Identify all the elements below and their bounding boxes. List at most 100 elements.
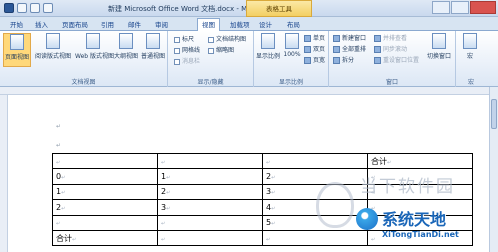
group-label-macros: 宏 — [467, 79, 474, 86]
synchronous-scrolling-button[interactable]: 同步滚动 — [374, 45, 407, 54]
split-button[interactable]: 拆分 — [333, 56, 354, 65]
table-cell[interactable]: ↵ — [367, 199, 473, 216]
ruler-checkbox[interactable]: 标尺 — [174, 35, 194, 44]
tab-insert[interactable]: 插入 — [31, 19, 52, 31]
table-cell[interactable]: 4↵ — [262, 199, 368, 216]
undo-icon[interactable] — [30, 3, 40, 13]
table-cell[interactable]: ↵ — [367, 229, 473, 247]
message-bar-checkbox[interactable]: 消息栏 — [174, 57, 200, 66]
print-layout-button[interactable]: 页面视图 — [3, 33, 31, 67]
paragraph-mark: ↵ — [56, 123, 62, 130]
group-label-zoom: 显示比例 — [278, 79, 303, 86]
table-cell[interactable]: 3↵ — [262, 183, 368, 201]
arrange-all-icon — [333, 46, 340, 53]
word-logo-icon[interactable] — [4, 3, 14, 13]
new-window-button[interactable]: 新建窗口 — [333, 34, 366, 43]
two-pages-button[interactable]: 双页 — [304, 45, 325, 54]
one-page-button[interactable]: 单页 — [304, 34, 325, 43]
table-cell[interactable]: 2↵ — [157, 183, 263, 201]
horizontal-ruler[interactable] — [0, 87, 498, 95]
tab-layout[interactable]: 布局 — [283, 19, 304, 31]
table-cell[interactable]: 2↵ — [262, 168, 368, 185]
checkbox-icon — [174, 58, 180, 65]
reading-view-icon — [46, 33, 60, 49]
checkbox-icon — [208, 47, 214, 54]
group-label-show-hide: 显示/隐藏 — [197, 79, 224, 86]
vertical-scrollbar[interactable] — [489, 87, 498, 252]
document-table[interactable]: ↵ ↵ ↵ 合计↵ 0↵ 1↵ 2↵ ↵ 1↵ 2↵ 3↵ ↵ 2↵ 3↵ 4↵… — [52, 152, 473, 247]
table-cell[interactable]: 3↵ — [157, 199, 263, 216]
table-cell[interactable]: ↵ — [157, 152, 263, 170]
table-cell[interactable]: ↵ — [52, 214, 158, 231]
table-row: 0↵ 1↵ 2↵ ↵ — [52, 168, 473, 185]
print-layout-icon — [10, 34, 24, 50]
table-cell[interactable]: ↵ — [367, 183, 473, 201]
table-cell[interactable]: 合计↵ — [367, 152, 473, 170]
outline-view-icon — [119, 33, 133, 49]
draft-view-button[interactable]: 普通视图 — [140, 33, 166, 67]
table-cell[interactable]: ↵ — [157, 229, 263, 247]
zoom-100-button[interactable]: 100% — [282, 33, 302, 67]
table-cell[interactable]: ↵ — [367, 214, 473, 231]
redo-icon[interactable] — [43, 3, 53, 13]
group-label-window: 窗口 — [385, 79, 398, 86]
draft-view-icon — [146, 33, 160, 49]
zoom-100-icon — [285, 33, 299, 49]
macros-icon — [463, 33, 477, 49]
save-icon[interactable] — [17, 3, 27, 13]
table-cell[interactable]: ↵ — [367, 168, 473, 185]
checkbox-icon — [174, 36, 180, 43]
tab-design[interactable]: 设计 — [255, 19, 276, 31]
outline-view-button[interactable]: 大纲视图 — [114, 33, 138, 67]
reset-position-icon — [374, 57, 381, 64]
magnifier-icon — [261, 33, 275, 49]
table-cell[interactable]: 1↵ — [52, 183, 158, 201]
ribbon: 页面视图 阅读版式视图 Web 版式视图 大纲视图 普通视图 文档视图 标尺 网… — [0, 31, 498, 87]
tab-mailings[interactable]: 邮件 — [124, 19, 145, 31]
web-layout-icon — [86, 33, 100, 49]
title-bar: 新建 Microsoft Office Word 文档.docx - Micro… — [0, 0, 498, 17]
table-cell[interactable]: 合计↵ — [52, 229, 158, 247]
minimize-button[interactable] — [432, 1, 450, 14]
close-button[interactable] — [470, 1, 496, 14]
table-cell[interactable]: 0↵ — [52, 168, 158, 185]
page-width-button[interactable]: 页宽 — [304, 56, 325, 65]
scrollbar-thumb[interactable] — [491, 99, 497, 129]
group-macros: 宏 宏 — [456, 31, 486, 87]
macros-button[interactable]: 宏 — [460, 33, 480, 67]
table-cell[interactable]: 1↵ — [157, 168, 263, 185]
two-pages-icon — [304, 46, 311, 53]
table-tools-context-label: 表格工具 — [246, 0, 312, 17]
tab-page-layout[interactable]: 页面布局 — [58, 19, 92, 31]
group-document-views: 页面视图 阅读版式视图 Web 版式视图 大纲视图 普通视图 文档视图 — [0, 31, 168, 87]
table-cell[interactable]: ↵ — [262, 152, 368, 170]
table-cell[interactable]: 5↵ — [262, 214, 368, 231]
reset-window-position-button[interactable]: 重设窗口位置 — [374, 56, 419, 65]
gridlines-checkbox[interactable]: 网格线 — [174, 46, 200, 55]
table-row: ↵ ↵ 5↵ ↵ — [52, 214, 473, 231]
group-label-document-views: 文档视图 — [71, 79, 96, 86]
vertical-ruler[interactable] — [0, 95, 8, 252]
tab-review[interactable]: 审阅 — [151, 19, 172, 31]
arrange-all-button[interactable]: 全部重排 — [333, 45, 366, 54]
table-cell[interactable]: 2↵ — [52, 199, 158, 216]
view-side-by-side-button[interactable]: 并排查看 — [374, 34, 407, 43]
tab-add-ins[interactable]: 加载项 — [226, 19, 254, 31]
thumbnails-checkbox[interactable]: 缩略图 — [208, 46, 234, 55]
switch-windows-icon — [432, 33, 446, 49]
window-controls — [432, 1, 496, 14]
sync-scroll-icon — [374, 46, 381, 53]
document-map-checkbox[interactable]: 文档结构图 — [208, 35, 246, 44]
maximize-button[interactable] — [451, 1, 469, 14]
full-screen-reading-button[interactable]: 阅读版式视图 — [34, 33, 72, 67]
web-layout-button[interactable]: Web 版式视图 — [75, 33, 114, 67]
switch-windows-button[interactable]: 切换窗口 — [424, 33, 454, 67]
table-cell[interactable]: ↵ — [52, 152, 158, 170]
group-zoom: 显示比例 100% 单页 双页 页宽 显示比例 — [254, 31, 329, 87]
tab-home[interactable]: 开始 — [6, 19, 27, 31]
table-cell[interactable]: ↵ — [157, 214, 263, 231]
tab-references[interactable]: 引用 — [97, 19, 118, 31]
table-cell[interactable]: ↵ — [262, 229, 368, 247]
zoom-button[interactable]: 显示比例 — [256, 33, 280, 67]
tab-view[interactable]: 视图 — [197, 18, 220, 32]
